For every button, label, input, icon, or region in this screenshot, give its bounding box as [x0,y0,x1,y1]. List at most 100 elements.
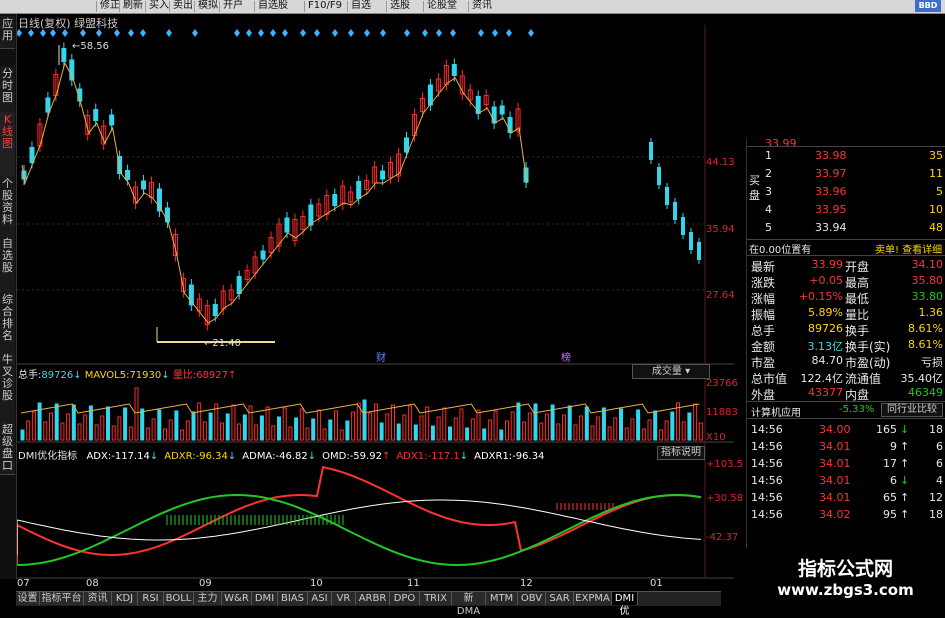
volume-bar [111,425,116,441]
indicator-tab-2[interactable]: 资讯 [84,592,112,605]
volume-bar [299,408,304,441]
quote-label: 流通值 [845,372,882,386]
left-tab-5[interactable]: 综合排名 [0,292,15,353]
date-tick-label: 12 [520,578,533,589]
indicator-tab-16[interactable]: MTM [486,592,518,605]
indicator-tab-18[interactable]: SAR [546,592,574,605]
toolbar-button-10[interactable]: 论股堂 [427,0,457,13]
tick-count: 18 [929,508,943,521]
bid-price: 33.94 [815,221,847,234]
indicator-tab-4[interactable]: RSI [138,592,164,605]
indicator-tab-7[interactable]: W&R [222,592,252,605]
volume-bar [117,416,122,441]
candle-body [29,147,35,163]
toolbar-button-6[interactable]: 自选股 [258,0,288,13]
indicator-tab-3[interactable]: KDJ [112,592,138,605]
diamond-icon [282,29,288,37]
price-axis-label-high: 44.13 [706,157,735,168]
diamond-icon [300,29,306,37]
dmi-line-white [17,499,702,555]
toolbar-button-9[interactable]: 选股 [390,0,410,13]
toolbar-button-2[interactable]: 买入 [149,0,169,13]
divider [747,239,945,240]
tick-price: 34.01 [819,440,851,453]
indicator-tab-8[interactable]: DMI [252,592,278,605]
left-tab-4[interactable]: 自选股 [0,236,15,293]
indicator-tab-6[interactable]: 主力 [194,592,222,605]
volume-bar [465,427,470,441]
dmi-axis-label-low: -42.37 [706,532,739,543]
volume-bar [208,412,213,441]
toolbar-button-4[interactable]: 模拟 [198,0,218,13]
toolbar-separator [386,1,387,12]
volume-bar [470,418,475,441]
candle-body [681,217,685,235]
quote-value: 43377 [808,386,843,399]
diamond-icon [166,29,172,37]
toolbar-button-7[interactable]: F10/F9 [308,0,342,13]
indicator-tab-12[interactable]: ARBR [356,592,390,605]
volume-bar [248,405,253,441]
left-tab-6[interactable]: 牛叉诊股 [0,352,15,425]
indicator-tab-15[interactable]: 新DMA [452,592,486,617]
candle-body [356,181,362,199]
indicator-help-button[interactable]: 指标说明 [657,446,705,460]
volume-bar [539,422,544,441]
left-tab-0[interactable]: 应用 [0,16,15,49]
toolbar-button-5[interactable]: 开户 [223,0,243,13]
tick-time: 14:56 [751,440,783,453]
event-marker-ranking[interactable]: 榜 [561,349,571,364]
dmi-value-number: -96.34 [512,451,545,462]
volume-bar [527,412,532,441]
view-detail-link[interactable]: 卖单! 查看详细 [875,241,942,256]
candlesticks [21,42,701,331]
volume-bar [71,404,76,441]
volume-bar [664,420,669,441]
indicator-tab-1[interactable]: 指标平台 [40,592,84,605]
indicator-tab-20[interactable]: DMI优 [612,592,638,617]
bid-level: 4 [765,203,772,216]
volume-bar [305,427,310,441]
indicator-tab-11[interactable]: VR [332,592,356,605]
bid-volume: 5 [936,185,943,198]
industry-compare-button[interactable]: 同行业比较 [881,403,943,417]
toolbar-button-3[interactable]: 卖出 [173,0,193,13]
left-tab-1[interactable]: 分时图 [0,66,15,115]
industry-name: 计算机应用 [751,408,801,419]
toolbar-button-1[interactable]: 刷新 [123,0,143,13]
indicator-tab-19[interactable]: EXPMA [574,592,612,605]
divider [747,255,945,256]
toolbar-separator [304,1,305,12]
indicator-dropdown[interactable]: 成交量 ▾ [632,364,710,379]
event-marker-finance[interactable]: 财 [376,349,386,364]
indicator-tab-10[interactable]: ASI [308,592,332,605]
tick-count: 18 [929,423,943,436]
quote-value: 33.80 [911,290,944,303]
broker-logo: BBD [915,0,941,12]
date-tick-label: 01 [650,578,663,589]
toolbar-button-0[interactable]: 修正 [100,0,120,13]
left-tab-7[interactable]: 超级盘口 [0,422,15,475]
arrow-up-icon: ↑ [900,508,910,521]
volume-bar [448,426,452,441]
indicator-tab-9[interactable]: BIAS [278,592,308,605]
kline-chart-area[interactable] [17,25,734,590]
indicator-tab-13[interactable]: DPO [390,592,420,605]
quote-label: 量比 [845,308,870,322]
dmi-value-label: ADX1: [396,451,428,462]
toolbar-button-8[interactable]: 自选 [351,0,371,13]
indicator-tab-5[interactable]: BOLL [164,592,194,605]
volume-bar [277,416,281,441]
left-tab-3[interactable]: 个股资料 [0,176,15,237]
indicator-tab-17[interactable]: OBV [518,592,546,605]
indicator-tab-0[interactable]: 设置 [16,592,40,605]
dmi-value-label: ADXR1: [474,451,513,462]
left-tab-2[interactable]: K线图 [0,112,15,177]
volume-bar [687,412,692,441]
volume-bar [419,415,424,441]
volume-bar [385,413,390,441]
dmi-value-2: ADMA:-46.82↓ [242,451,316,462]
volume-bar [562,414,566,441]
indicator-tab-14[interactable]: TRIX [420,592,452,605]
toolbar-button-11[interactable]: 资讯 [472,0,492,13]
